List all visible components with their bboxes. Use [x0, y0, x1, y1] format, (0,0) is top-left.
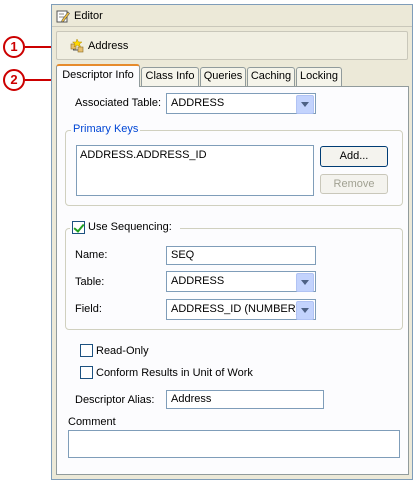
add-button[interactable]: Add...	[320, 146, 388, 167]
conform-results-checkbox[interactable]	[80, 366, 93, 379]
field-label: Field:	[75, 303, 102, 315]
class-tree-icon	[69, 38, 85, 54]
tab-queries[interactable]: Queries	[200, 67, 246, 86]
name-label: Name:	[75, 249, 108, 261]
chevron-down-icon[interactable]	[296, 301, 314, 320]
callout-1: 1	[3, 36, 25, 58]
remove-button[interactable]: Remove	[320, 174, 388, 194]
table-label: Table:	[75, 276, 105, 288]
associated-table-value: ADDRESS	[171, 97, 225, 109]
editor-titlebar: Editor	[52, 5, 412, 27]
callout-2: 2	[3, 69, 25, 91]
use-sequencing-checkbox-row[interactable]: Use Sequencing:	[70, 220, 180, 235]
descriptor-name: Address	[88, 40, 129, 52]
chevron-down-icon[interactable]	[296, 95, 314, 114]
sequence-table-value: ADDRESS	[171, 275, 225, 287]
descriptor-alias-field[interactable]: Address	[166, 390, 324, 409]
comment-field[interactable]	[68, 430, 400, 458]
tab-caching[interactable]: Caching	[247, 67, 295, 86]
read-only-checkbox[interactable]	[80, 344, 93, 357]
use-sequencing-label: Use Sequencing:	[88, 221, 172, 233]
tab-locking[interactable]: Locking	[296, 67, 342, 86]
conform-results-label: Conform Results in Unit of Work	[96, 367, 253, 379]
chevron-down-icon[interactable]	[296, 273, 314, 292]
associated-table-select[interactable]: ADDRESS	[166, 93, 316, 114]
name-field[interactable]: SEQ	[166, 246, 316, 265]
read-only-label: Read-Only	[96, 345, 149, 357]
sequence-field-select[interactable]: ADDRESS_ID (NUMBER)	[166, 299, 316, 320]
tab-descriptor-info[interactable]: Descriptor Info	[56, 64, 140, 87]
pencil-editor-icon	[56, 9, 70, 23]
descriptor-alias-label: Descriptor Alias:	[75, 394, 155, 406]
sequence-field-value: ADDRESS_ID (NUMBER)	[171, 303, 300, 315]
use-sequencing-checkbox[interactable]	[72, 221, 85, 234]
primary-keys-title: Primary Keys	[71, 123, 141, 135]
comment-label: Comment	[68, 416, 116, 428]
sequence-table-select[interactable]: ADDRESS	[166, 271, 316, 292]
editor-title: Editor	[74, 10, 103, 22]
tab-class-info[interactable]: Class Info	[141, 67, 199, 86]
associated-table-label: Associated Table:	[75, 97, 162, 109]
list-item[interactable]: ADDRESS.ADDRESS_ID	[80, 149, 207, 161]
primary-keys-list[interactable]: ADDRESS.ADDRESS_ID	[76, 145, 314, 196]
